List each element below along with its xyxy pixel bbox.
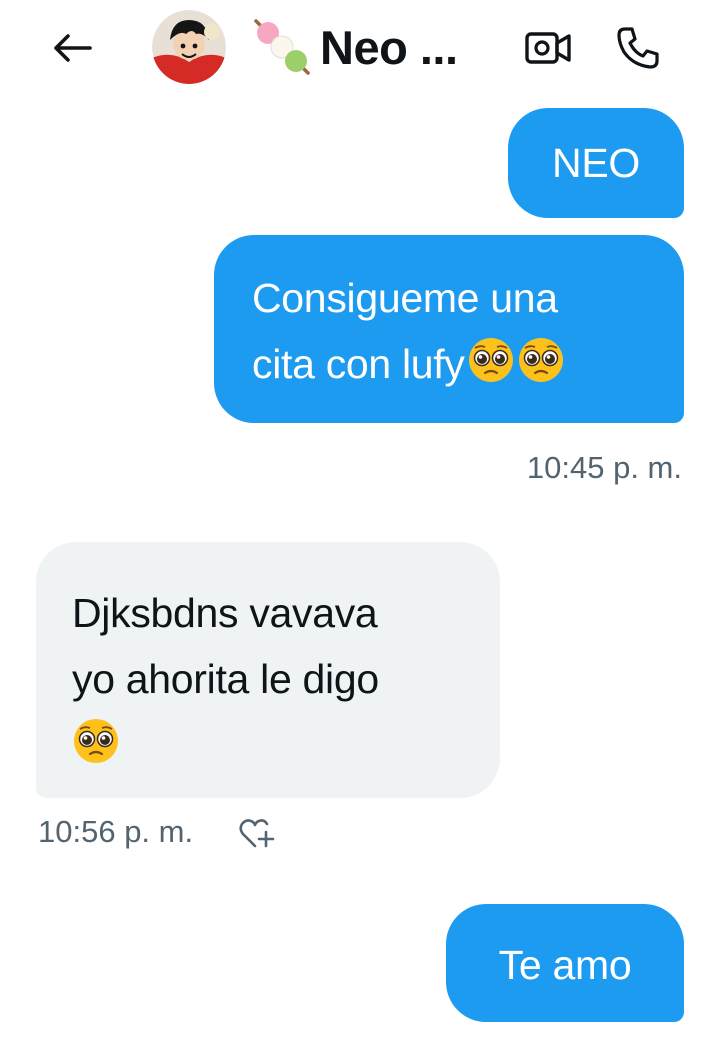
- message-text-line: Djksbdns vavava: [72, 590, 378, 636]
- heart-plus-icon: [239, 819, 275, 848]
- outgoing-message-bubble[interactable]: Te amo: [446, 904, 684, 1022]
- pleading-face-emoji: [468, 338, 513, 382]
- voice-call-button[interactable]: [610, 20, 666, 76]
- video-call-button[interactable]: [522, 26, 574, 70]
- message-text-line: cita con lufy: [252, 341, 465, 387]
- title-text: Neo ...: [320, 20, 458, 74]
- chat-header: Neo ...: [0, 0, 720, 100]
- add-reaction-button[interactable]: [238, 816, 276, 852]
- pleading-face-emoji: [74, 719, 118, 763]
- phone-icon: [617, 27, 659, 69]
- conversation-title[interactable]: Neo ...: [250, 14, 458, 80]
- dango-emoji: [254, 19, 310, 75]
- arrow-left-icon: [54, 34, 92, 62]
- message-timestamp: 10:56 p. m.: [38, 814, 194, 849]
- message-text: NEO: [552, 140, 640, 186]
- outgoing-message-bubble[interactable]: NEO: [508, 108, 684, 218]
- video-camera-icon: [525, 32, 571, 64]
- message-text-line: Consigueme una: [252, 275, 558, 321]
- message-text: Te amo: [498, 942, 632, 988]
- message-timestamp: 10:45 p. m.: [526, 450, 682, 485]
- pleading-face-emoji: [518, 338, 563, 382]
- outgoing-message-bubble[interactable]: Consigueme una cita con lufy: [214, 235, 684, 423]
- avatar[interactable]: [152, 10, 226, 84]
- profile-picture: [152, 10, 226, 84]
- back-button[interactable]: [46, 22, 98, 74]
- message-text-line: yo ahorita le digo: [72, 656, 379, 702]
- incoming-message-bubble[interactable]: Djksbdns vavava yo ahorita le digo: [36, 542, 500, 798]
